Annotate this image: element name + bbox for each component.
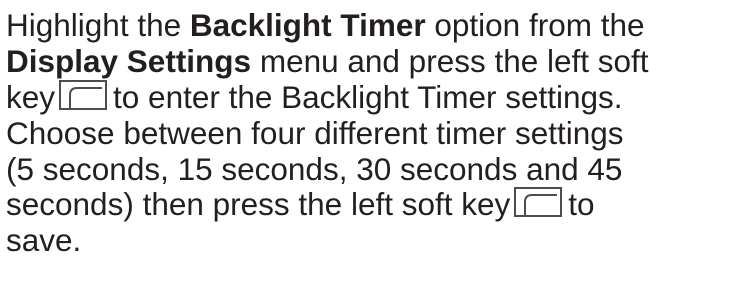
left-soft-key-icon <box>59 79 108 110</box>
instruction-paragraph: Highlight the Backlight Timer option fro… <box>0 0 754 302</box>
instruction-line-1: Highlight the Backlight Timer option fro… <box>6 7 754 44</box>
instruction-text: save. <box>6 222 82 259</box>
display-settings-label: Display Settings <box>6 42 252 79</box>
instruction-text: seconds) then press the left soft key <box>6 186 511 223</box>
instruction-line-5: (5 seconds, 15 seconds, 30 seconds and 4… <box>6 150 754 188</box>
left-soft-key-icon <box>514 187 563 218</box>
instruction-line-2: Display Settings menu and press the left… <box>6 42 754 80</box>
instruction-text: to <box>568 186 595 223</box>
instruction-text: Highlight the <box>6 7 190 43</box>
instruction-line-6: seconds) then press the left soft key to <box>6 187 754 223</box>
instruction-text: Choose between four different timer sett… <box>6 114 624 151</box>
instruction-line-7: save. <box>6 222 754 259</box>
instruction-text: menu and press the left soft <box>251 42 649 79</box>
instruction-text: option from the <box>425 7 645 43</box>
backlight-timer-label: Backlight Timer <box>189 7 426 43</box>
instruction-text: to enter the Backlight Timer settings. <box>113 78 623 115</box>
instruction-text: (5 seconds, 15 seconds, 30 seconds and 4… <box>6 150 623 187</box>
instruction-text: key <box>6 78 56 115</box>
instruction-line-3: key to enter the Backlight Timer setting… <box>6 78 754 116</box>
instruction-line-4: Choose between four different timer sett… <box>6 114 754 152</box>
